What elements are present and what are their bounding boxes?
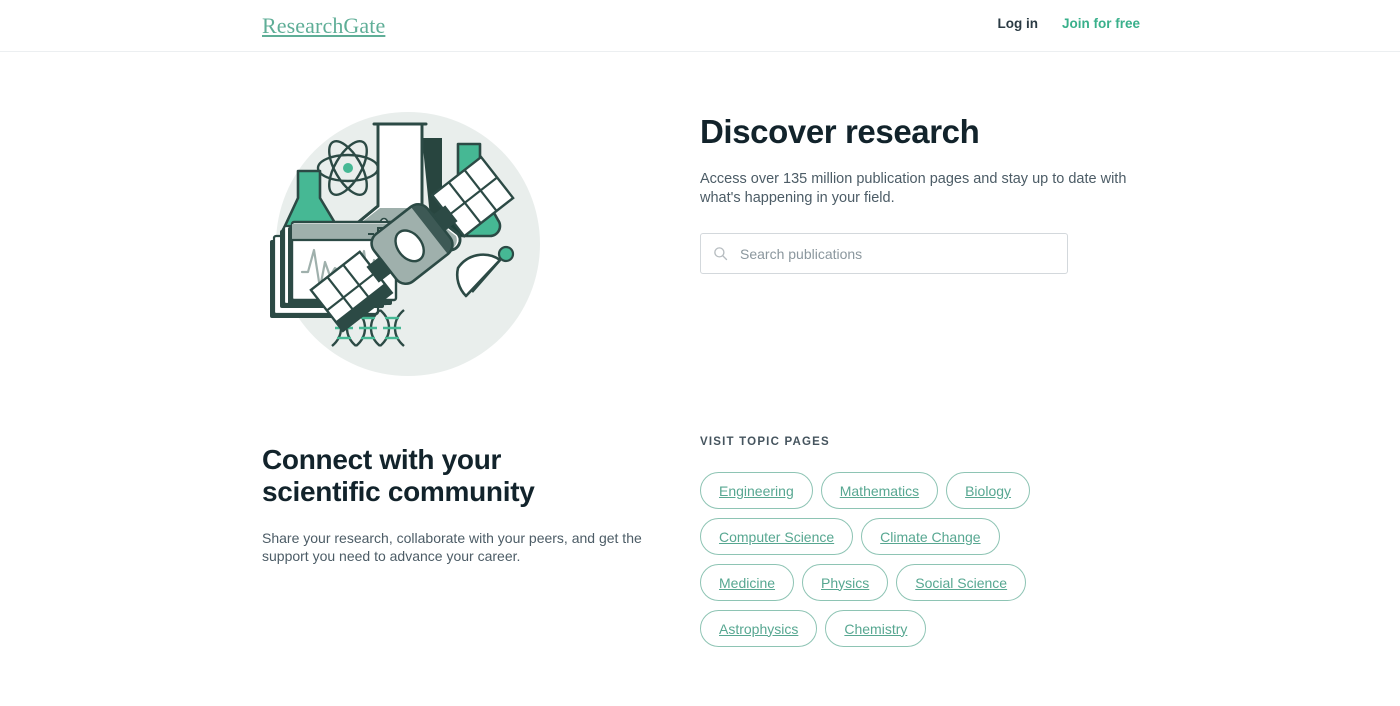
topic-chip[interactable]: Social Science: [896, 564, 1027, 601]
search-bar[interactable]: [700, 233, 1068, 274]
join-for-free-button[interactable]: Join for free: [1062, 16, 1140, 31]
connect-title: Connect with your scientific community: [262, 444, 672, 508]
topic-chip[interactable]: Physics: [802, 564, 889, 601]
hero-copy: Discover research Access over 135 millio…: [700, 112, 1160, 274]
topic-chip[interactable]: Biology: [946, 472, 1031, 509]
connect-title-line1: Connect with your: [262, 444, 502, 475]
topics-label: VISIT TOPIC PAGES: [700, 436, 830, 448]
log-in-button[interactable]: Log in: [997, 16, 1038, 31]
connect-subtitle: Share your research, collaborate with yo…: [262, 530, 642, 564]
header-actions: Log in Join for free: [997, 16, 1140, 31]
site-header: ResearchGate Log in Join for free: [0, 0, 1400, 52]
topic-chip[interactable]: Climate Change: [861, 518, 1000, 555]
illustration-svg: [270, 112, 540, 376]
hero-section: Discover research Access over 135 millio…: [0, 52, 1400, 392]
search-input[interactable]: [738, 244, 1055, 263]
topic-chip[interactable]: Astrophysics: [700, 610, 818, 647]
topic-chip[interactable]: Engineering: [700, 472, 813, 509]
page-title: Discover research: [700, 113, 980, 150]
topic-chip[interactable]: Chemistry: [825, 610, 927, 647]
topic-chip-list: Engineering Mathematics Biology Computer Sc…: [700, 472, 1040, 647]
connect-title-line2: scientific community: [262, 476, 535, 507]
science-research-illustration: [262, 110, 554, 382]
topic-chip[interactable]: Mathematics: [820, 472, 939, 509]
topic-chip[interactable]: Medicine: [700, 564, 795, 601]
connect-copy: Connect with your scientific community S…: [262, 444, 672, 565]
researchgate-logo[interactable]: ResearchGate: [262, 13, 385, 39]
topic-pages: VISIT TOPIC PAGES Engineering Mathematics…: [700, 436, 1130, 647]
topic-chip[interactable]: Computer Science: [700, 518, 854, 555]
search-icon: [714, 247, 728, 261]
hero-subtitle: Access over 135 million publication page…: [700, 171, 1127, 206]
